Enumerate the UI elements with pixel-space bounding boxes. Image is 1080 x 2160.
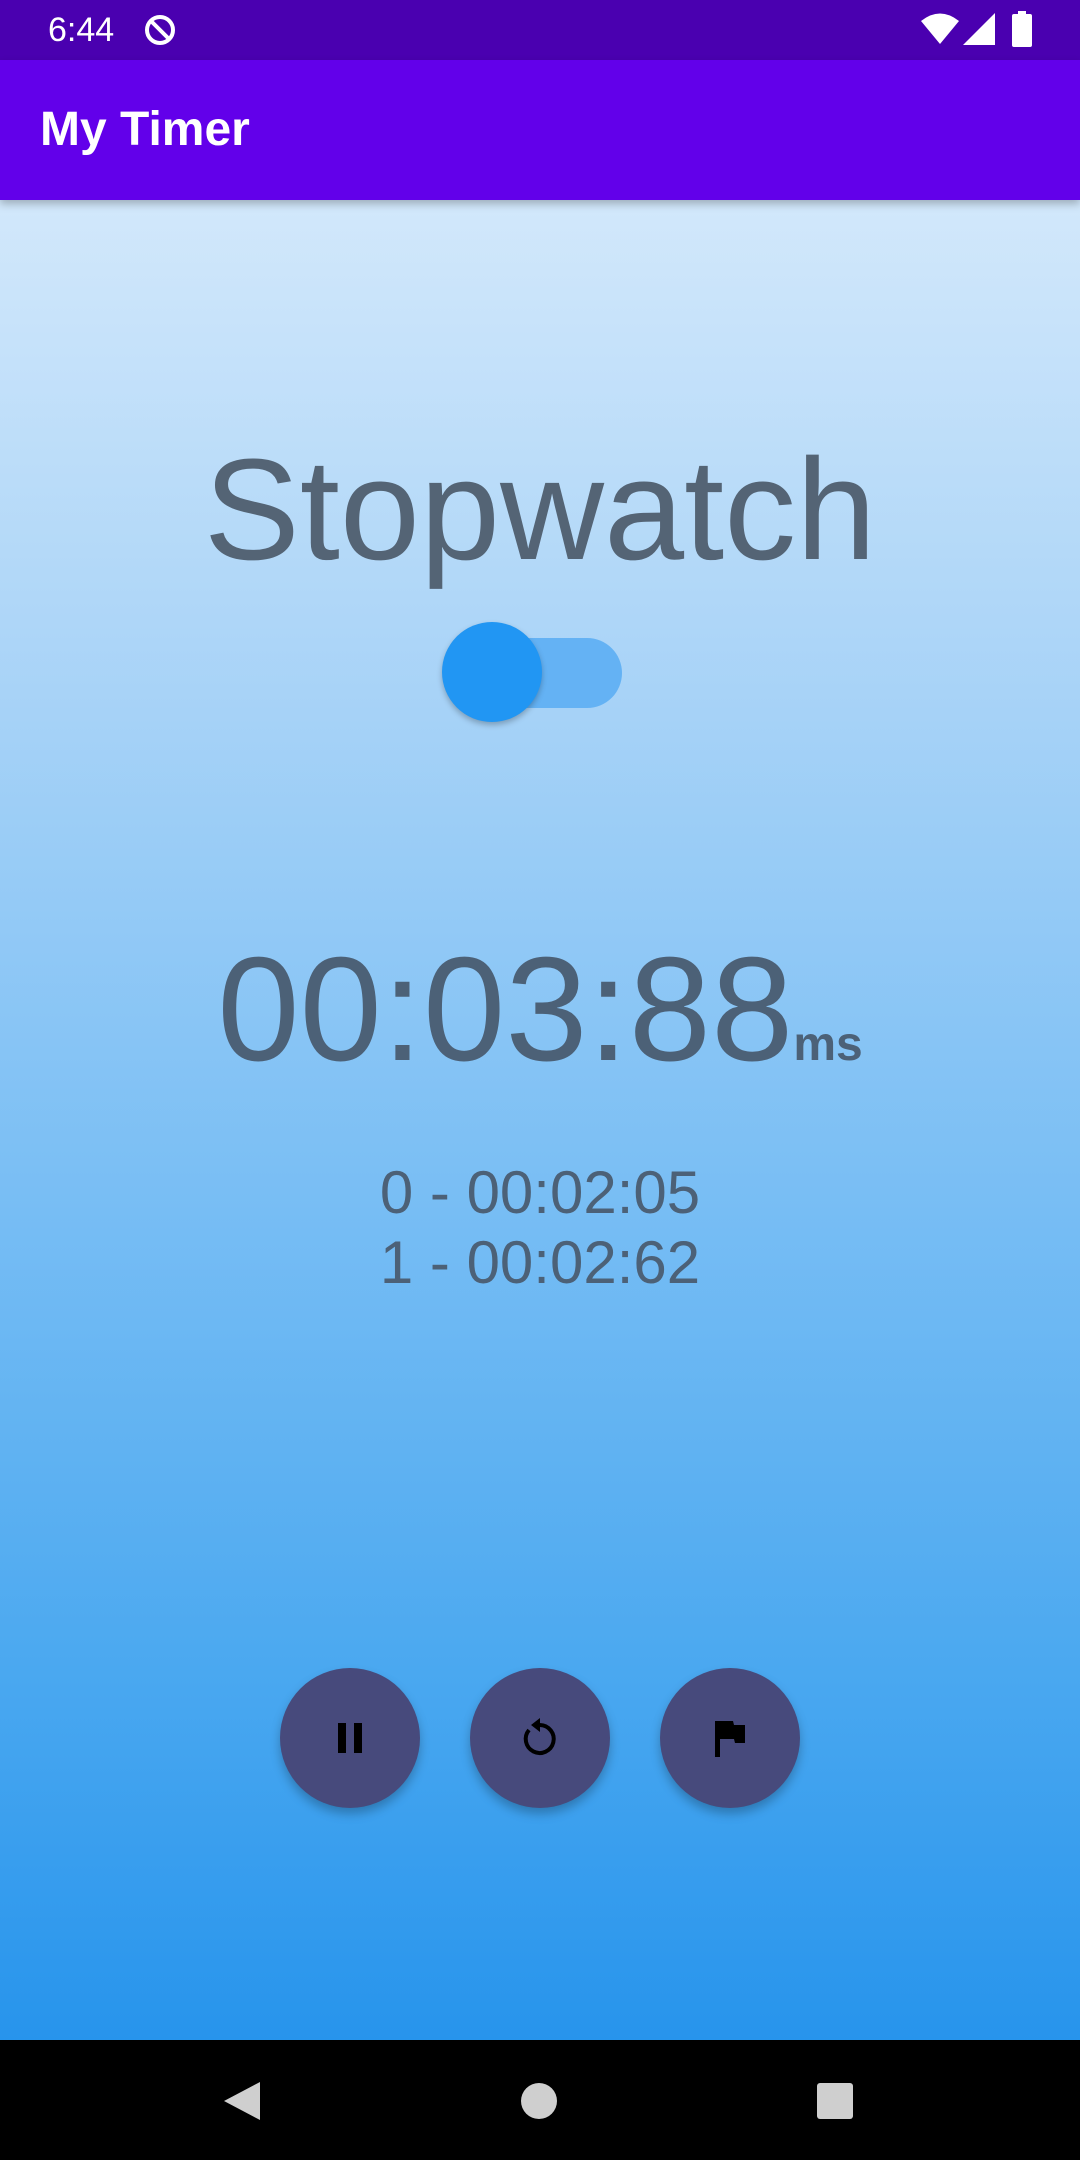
mode-label: Stopwatch bbox=[203, 429, 877, 590]
status-bar: 6:44 bbox=[0, 0, 1080, 60]
flag-icon bbox=[715, 1721, 745, 1757]
nav-bar bbox=[0, 2040, 1080, 2160]
pause-button[interactable] bbox=[280, 1668, 420, 1808]
status-time: 6:44 bbox=[48, 11, 115, 49]
reset-button[interactable] bbox=[470, 1668, 610, 1808]
lap-item: 1 - 00:02:62 bbox=[379, 1229, 701, 1296]
sync-disabled-icon bbox=[145, 15, 175, 45]
main-content: Stopwatch 00:03:88ms 0 - 00:02:05 1 - 00… bbox=[0, 200, 1080, 2040]
back-icon[interactable] bbox=[222, 2080, 262, 2122]
lap-list: 0 - 00:02:05 1 - 00:02:62 bbox=[0, 1158, 1080, 1298]
recents-icon[interactable] bbox=[816, 2082, 854, 2120]
wifi-icon bbox=[921, 13, 959, 44]
app-bar: My Timer bbox=[0, 60, 1080, 200]
screen: 6:44 My Timer Stopwatch 00:03:88ms 0 - 0… bbox=[0, 0, 1080, 2160]
switch-thumb bbox=[442, 622, 542, 722]
lap-button[interactable] bbox=[660, 1668, 800, 1808]
time-unit: ms bbox=[793, 1018, 863, 1071]
time-value: 00:03:88 bbox=[217, 927, 794, 1092]
battery-icon bbox=[1012, 11, 1032, 47]
reset-icon bbox=[523, 1718, 556, 1755]
time-display: 00:03:88ms bbox=[0, 920, 1080, 1100]
home-icon[interactable] bbox=[520, 2082, 558, 2120]
pause-icon bbox=[338, 1723, 362, 1753]
app-title: My Timer bbox=[40, 103, 250, 156]
mode-switch[interactable] bbox=[442, 608, 622, 722]
lap-item: 0 - 00:02:05 bbox=[379, 1159, 701, 1226]
signal-icon bbox=[963, 13, 995, 45]
